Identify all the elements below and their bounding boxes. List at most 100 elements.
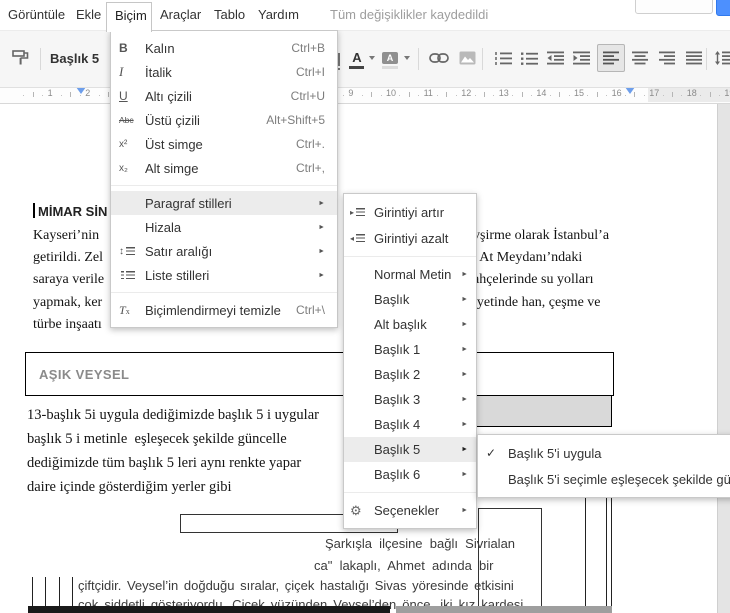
menu-yardim[interactable]: Yardım	[258, 7, 299, 22]
menu-bicim-label: Biçim	[115, 8, 147, 23]
line-spacing-icon	[126, 246, 135, 256]
menu-item-baslik5-uygula[interactable]: ✓ Başlık 5'i uygula	[478, 440, 730, 466]
menu-separator	[344, 492, 476, 493]
menu-item-baslik-3[interactable]: Başlık 3 ►	[344, 387, 476, 412]
menu-item-paragraf-stilleri[interactable]: Paragraf stilleri ►	[111, 191, 337, 215]
menu-item-alt-baslik[interactable]: Alt başlık ►	[344, 312, 476, 337]
align-center-button[interactable]	[627, 45, 653, 71]
menu-separator	[111, 292, 337, 293]
paragraph-style-selector[interactable]: Başlık 5	[50, 51, 99, 66]
toolbar-separator	[418, 48, 419, 70]
image-icon	[459, 51, 475, 65]
highlight-color-button[interactable]: A	[381, 45, 399, 71]
menu-item-alt-simge[interactable]: x₂ Alt simge Ctrl+,	[111, 156, 337, 180]
numbered-list-button[interactable]	[490, 45, 516, 71]
highlight-color-caret[interactable]	[404, 56, 410, 60]
increase-indent-icon	[572, 51, 590, 65]
italic-icon: I	[119, 64, 124, 79]
menu-item-baslik5-guncelle[interactable]: Başlık 5'i seçimle eşleşecek şekilde gün…	[478, 466, 730, 492]
menu-item-shortcut: Ctrl+,	[295, 161, 325, 175]
submenu-arrow-icon: ►	[461, 421, 468, 428]
menu-tablo[interactable]: Tablo	[214, 7, 245, 22]
menu-item-hizala[interactable]: Hizala ►	[111, 215, 337, 239]
menu-item-baslik-5[interactable]: Başlık 5 ►	[344, 437, 476, 462]
menu-item-label: Altı çizili	[145, 88, 192, 104]
increase-indent-button[interactable]	[568, 45, 594, 71]
align-left-button[interactable]	[597, 44, 625, 72]
insert-link-button[interactable]	[426, 45, 452, 71]
line-spacing-icon: ↕	[119, 245, 124, 257]
toolbar-separator	[706, 48, 707, 70]
clear-formatting-icon: Tx	[119, 302, 130, 317]
menu-goruntule[interactable]: Görüntüle	[8, 7, 65, 22]
submenu-arrow-icon: ►	[461, 321, 468, 328]
menu-item-baslik-6[interactable]: Başlık 6 ►	[344, 462, 476, 487]
menu-item-shortcut: Ctrl+.	[295, 137, 325, 151]
doc-text-line: iyetinde han, çeşme ve	[473, 295, 601, 310]
superscript-icon: x²	[119, 138, 128, 150]
strikethrough-icon: Abc	[119, 115, 134, 125]
menu-item-italik[interactable]: I İtalik Ctrl+I	[111, 60, 337, 84]
submenu-arrow-icon: ►	[461, 471, 468, 478]
doc-paragraph-line: başlık 5 i metinle eşleşecek şekilde gün…	[27, 431, 287, 447]
menu-item-liste-stilleri[interactable]: Liste stilleri ►	[111, 263, 337, 287]
menu-item-girintiyi-artir[interactable]: ▸ Girintiyi artır	[344, 199, 476, 225]
doc-footer-line: çiftçidir. Veysel’in doğduğu sıralar, çi…	[78, 578, 514, 593]
google-docs-window: MİMAR SİN Kayseri’nin getirildi. Zel sar…	[0, 0, 730, 613]
paint-format-button[interactable]	[8, 45, 34, 71]
check-icon: ✓	[486, 446, 497, 460]
align-justify-button[interactable]	[681, 45, 707, 71]
menu-item-secenekler[interactable]: ⚙ Seçenekler ►	[344, 498, 476, 523]
menu-item-kalin[interactable]: B Kalın Ctrl+B	[111, 36, 337, 60]
text-color-caret[interactable]	[369, 56, 375, 60]
decrease-indent-button[interactable]	[542, 45, 568, 71]
menu-item-baslik-2[interactable]: Başlık 2 ►	[344, 362, 476, 387]
list-styles-icon	[121, 270, 124, 280]
menu-ekle[interactable]: Ekle	[76, 7, 101, 22]
indent-marker-left[interactable]	[76, 87, 86, 94]
underline-icon: U	[119, 89, 128, 103]
doc-footer-line: Şarkışla ilçesine bağlı Sivrialan	[325, 536, 516, 551]
menu-araclar[interactable]: Araçlar	[160, 7, 201, 22]
menu-item-label: Alt başlık	[374, 317, 427, 332]
menu-item-label: Başlık 1	[374, 342, 421, 357]
doc-text-line: türbe inşaatı	[33, 317, 102, 332]
table-header-row[interactable]: AŞIK VEYSEL	[25, 352, 614, 396]
table-border	[72, 577, 73, 606]
table-border	[611, 497, 612, 613]
line-spacing-button[interactable]	[710, 45, 730, 71]
submenu-arrow-icon: ►	[461, 346, 468, 353]
submenu-arrow-icon: ►	[318, 271, 325, 279]
align-right-button[interactable]	[654, 45, 680, 71]
menu-item-baslik-1[interactable]: Başlık 1 ►	[344, 337, 476, 362]
menu-item-bicimlendirmeyi-temizle[interactable]: Tx Biçimlendirmeyi temizle Ctrl+\	[111, 298, 337, 322]
menu-item-ust-simge[interactable]: x² Üst simge Ctrl+.	[111, 132, 337, 156]
menu-item-satir-araligi[interactable]: ↕ Satır aralığı ►	[111, 239, 337, 263]
align-right-icon	[659, 51, 675, 65]
menu-item-label: Başlık 4	[374, 417, 421, 432]
page-right-margin	[717, 104, 730, 613]
insert-image-button[interactable]	[454, 45, 480, 71]
doc-text-line: yapmak, ker	[33, 295, 103, 310]
menu-item-ustu-cizili[interactable]: Abc Üstü çizili Alt+Shift+5	[111, 108, 337, 132]
share-button-partial[interactable]	[716, 0, 730, 16]
text-color-button[interactable]: A	[348, 45, 366, 71]
table-border	[32, 577, 33, 606]
submenu-arrow-icon: ►	[461, 396, 468, 403]
doc-text-line: saraya verile	[33, 272, 105, 287]
bold-icon: B	[119, 41, 128, 55]
menu-item-normal-metin[interactable]: Normal Metin ►	[344, 262, 476, 287]
menu-item-baslik-4[interactable]: Başlık 4 ►	[344, 412, 476, 437]
menu-bicim-open[interactable]: Biçim	[106, 2, 152, 32]
menu-item-label: Üstü çizili	[145, 112, 200, 128]
menu-item-label: Girintiyi artır	[374, 204, 445, 220]
menu-item-alti-cizili[interactable]: U Altı çizili Ctrl+U	[111, 84, 337, 108]
submenu-arrow-icon: ►	[318, 199, 325, 207]
doc-text-line: ahçelerinde su yolları	[473, 272, 594, 287]
link-icon	[429, 53, 449, 63]
menu-item-baslik[interactable]: Başlık ►	[344, 287, 476, 312]
comments-button-partial[interactable]	[635, 0, 713, 14]
menu-item-girintiyi-azalt[interactable]: ◂ Girintiyi azalt	[344, 225, 476, 251]
bulleted-list-button[interactable]	[516, 45, 542, 71]
indent-marker-right[interactable]	[625, 87, 635, 94]
